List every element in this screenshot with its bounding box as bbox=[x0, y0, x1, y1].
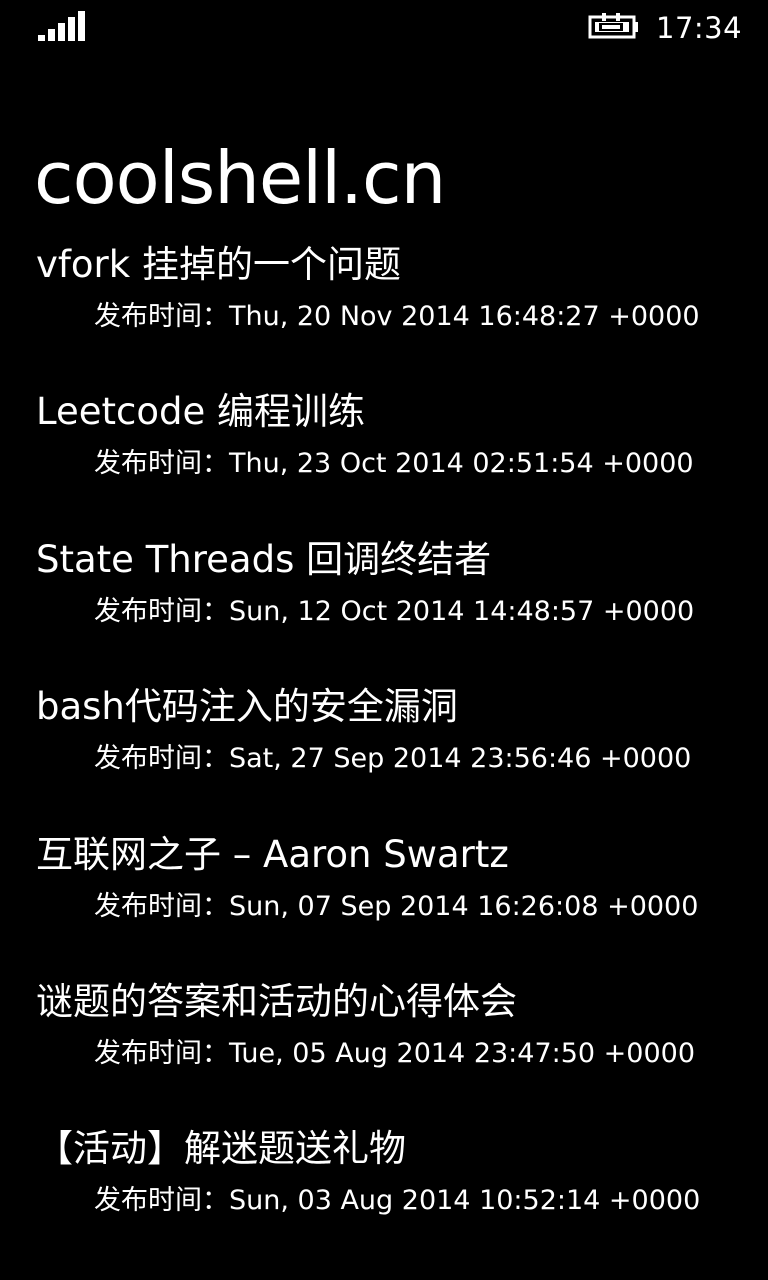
post-title: 谜题的答案和活动的心得体会 bbox=[36, 979, 517, 1023]
post-title: vfork 挂掉的一个问题 bbox=[36, 243, 401, 286]
list-item[interactable]: 【活动】解迷题送礼物 发布时间：Sun, 03 Aug 2014 10:52:1… bbox=[0, 1121, 768, 1268]
post-list: vfork 挂掉的一个问题 发布时间：Thu, 20 Nov 2014 16:4… bbox=[0, 237, 768, 1269]
list-item[interactable]: bash代码注入的安全漏洞 发布时间：Sat, 27 Sep 2014 23:5… bbox=[0, 679, 768, 826]
post-title: State Threads 回调终结者 bbox=[36, 537, 492, 581]
post-title: 互联网之子 – Aaron Swartz bbox=[36, 832, 509, 876]
list-item[interactable]: State Threads 回调终结者 发布时间：Sun, 12 Oct 201… bbox=[0, 532, 768, 679]
post-title: Leetcode 编程训练 bbox=[36, 390, 365, 434]
post-title: bash代码注入的安全漏洞 bbox=[36, 685, 458, 729]
post-title: 【活动】解迷题送礼物 bbox=[36, 1127, 406, 1171]
list-item[interactable]: vfork 挂掉的一个问题 发布时间：Thu, 20 Nov 2014 16:4… bbox=[0, 237, 768, 384]
post-date: 发布时间：Tue, 05 Aug 2014 23:47:50 +0000 bbox=[94, 1037, 696, 1069]
status-bar: 17:34 bbox=[0, 0, 768, 56]
post-date: 发布时间：Sun, 03 Aug 2014 10:52:14 +0000 bbox=[94, 1185, 701, 1217]
post-date: 发布时间：Thu, 20 Nov 2014 16:48:27 +0000 bbox=[94, 301, 700, 332]
signal-strength-icon bbox=[38, 11, 85, 41]
page-title: coolshell.cn bbox=[34, 136, 446, 220]
post-date: 发布时间：Thu, 23 Oct 2014 02:51:54 +0000 bbox=[94, 448, 694, 480]
post-date: 发布时间：Sun, 12 Oct 2014 14:48:57 +0000 bbox=[94, 595, 695, 627]
post-date: 发布时间：Sun, 07 Sep 2014 16:26:08 +0000 bbox=[94, 890, 699, 922]
post-date: 发布时间：Sat, 27 Sep 2014 23:56:46 +0000 bbox=[94, 743, 692, 775]
list-item[interactable]: 谜题的答案和活动的心得体会 发布时间：Tue, 05 Aug 2014 23:4… bbox=[0, 974, 768, 1121]
status-clock: 17:34 bbox=[656, 11, 743, 45]
battery-charging-icon bbox=[588, 13, 638, 39]
list-item[interactable]: Leetcode 编程训练 发布时间：Thu, 23 Oct 2014 02:5… bbox=[0, 384, 768, 531]
list-item[interactable]: 互联网之子 – Aaron Swartz 发布时间：Sun, 07 Sep 20… bbox=[0, 827, 768, 974]
